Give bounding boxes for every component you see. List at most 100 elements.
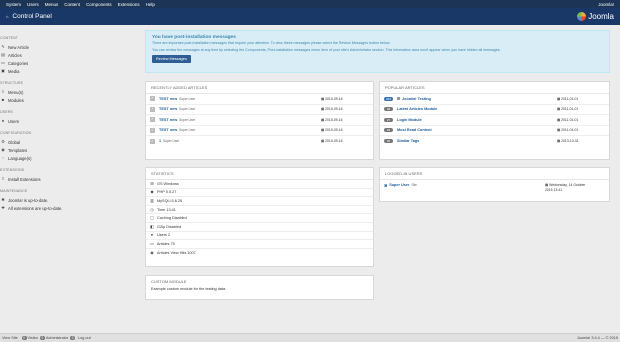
article-author: Super User bbox=[179, 128, 196, 133]
table-row: ✓ TEST new Super User ▦ 2015-09-16 bbox=[146, 94, 373, 105]
list-icon: ≡ bbox=[1, 89, 5, 94]
sidebar-item-categories[interactable]: ▭ Categories bbox=[0, 59, 136, 67]
table-row: ✓ TEST new Super User ▦ 2015-09-16 bbox=[146, 105, 373, 115]
main-content: You have post-installation messages Ther… bbox=[145, 30, 610, 73]
menu-system[interactable]: System bbox=[6, 2, 21, 7]
published-check-icon[interactable]: ✓ bbox=[150, 127, 155, 133]
view-site-link[interactable]: View Site bbox=[2, 336, 18, 340]
admin-count-badge: 0 bbox=[40, 336, 45, 340]
article-author: Super User bbox=[179, 117, 196, 122]
article-link[interactable]: Latest Articles Module bbox=[397, 107, 437, 111]
menu-content[interactable]: Content bbox=[64, 2, 80, 7]
user-icon: ● bbox=[1, 118, 5, 123]
logout-link[interactable]: Log out bbox=[78, 336, 91, 340]
message-count-badge: 0 bbox=[70, 336, 75, 340]
article-date: ▦ 2011-01-01 bbox=[557, 128, 579, 133]
article-link[interactable]: Login Module bbox=[397, 118, 422, 122]
logged-user-row: ✖ Super User Site ▦ Wednesday, 14 Octobe… bbox=[380, 180, 609, 196]
article-author: Super User bbox=[179, 96, 196, 101]
sidebar-item-label: Install Extensions bbox=[8, 176, 41, 182]
folder-icon: ▭ bbox=[1, 60, 5, 65]
stat-text: Articles View Hits 1007 bbox=[157, 251, 196, 256]
stat-text: Users 2 bbox=[157, 233, 171, 238]
sidebar-item-new-article[interactable]: ✎ New Article bbox=[0, 43, 136, 51]
sidebar-item-menus[interactable]: ≡ Menu(s) bbox=[0, 88, 136, 96]
sidebar-item-label: Menu(s) bbox=[8, 89, 24, 95]
menu-help[interactable]: Help bbox=[146, 2, 155, 7]
admin-label: Administrator bbox=[45, 336, 69, 340]
article-link[interactable]: TEST new bbox=[159, 107, 177, 111]
eye-icon: ◉ bbox=[1, 147, 5, 152]
published-check-icon[interactable]: ✓ bbox=[150, 106, 155, 112]
sidebar-item-joomla-update[interactable]: ✱ Joomla! is up-to-date. bbox=[0, 196, 136, 204]
sidebar-item-label: All extensions are up-to-date. bbox=[8, 205, 63, 211]
article-link[interactable]: TEST new bbox=[159, 97, 177, 101]
menu-users[interactable]: Users bbox=[27, 2, 39, 7]
joomla-logo-icon bbox=[577, 12, 587, 21]
sidebar-item-languages[interactable]: ◌ Language(s) bbox=[0, 154, 136, 162]
sidebar-item-templates[interactable]: ◉ Templates bbox=[0, 146, 136, 154]
stat-text: MySQLi 5.6.25 bbox=[157, 198, 183, 203]
article-link[interactable]: TEST new bbox=[159, 128, 177, 132]
cache-icon: ▢ bbox=[150, 215, 154, 221]
article-link[interactable]: Similar Tags bbox=[397, 139, 419, 143]
review-messages-button[interactable]: Review Messages bbox=[152, 55, 191, 63]
article-link[interactable]: Joomla! Testing bbox=[402, 97, 431, 101]
published-check-icon[interactable]: ✓ bbox=[150, 117, 155, 123]
sidebar-item-articles[interactable]: ▤ Articles bbox=[0, 51, 136, 59]
menu-extensions[interactable]: Extensions bbox=[118, 2, 140, 7]
table-row: 26 Most Read Content ▦ 2011-01-01 bbox=[380, 126, 609, 136]
brand-logo-text: Joomla bbox=[588, 12, 614, 21]
article-author: Super User bbox=[163, 139, 180, 144]
lock-icon bbox=[397, 97, 401, 101]
stat-text: Articles 75 bbox=[157, 241, 175, 246]
windows-icon: ⊞ bbox=[150, 180, 154, 186]
gzip-icon: ◧ bbox=[150, 223, 154, 229]
sidebar-item-label: Global bbox=[8, 139, 21, 145]
custom-module-panel: CUSTOM MODULE Example custom module for … bbox=[145, 275, 374, 300]
published-check-icon[interactable]: ✓ bbox=[150, 138, 155, 144]
sidebar-item-install-extensions[interactable]: ⇧ Install Extensions bbox=[0, 175, 136, 183]
hits-badge: 26 bbox=[384, 128, 393, 133]
sidebar-item-global[interactable]: ⚙ Global bbox=[0, 138, 136, 146]
article-link[interactable]: Most Read Content bbox=[397, 128, 432, 132]
stat-text: OS Windows bbox=[157, 181, 179, 186]
panel-heading: RECENTLY ADDED ARTICLES bbox=[146, 82, 373, 94]
panel-heading: STATISTICS bbox=[146, 168, 373, 180]
menu-menus[interactable]: Menus bbox=[45, 2, 59, 7]
sidebar-item-label: New Article bbox=[8, 44, 29, 50]
menu-components[interactable]: Components bbox=[86, 2, 112, 7]
sidebar-item-media[interactable]: ▣ Media bbox=[0, 67, 136, 75]
sidebar-item-label: Articles bbox=[8, 52, 22, 58]
recent-articles-panel: RECENTLY ADDED ARTICLES ✓ TEST new Super… bbox=[145, 81, 374, 160]
logout-user-icon[interactable]: ✖ bbox=[384, 183, 387, 188]
site-name-link[interactable]: Joomla! bbox=[598, 2, 614, 7]
table-row: ✓ TEST new Super User ▦ 2015-09-16 bbox=[146, 126, 373, 136]
user-link[interactable]: Super User bbox=[389, 183, 409, 187]
joomla-icon: ✱ bbox=[1, 197, 5, 202]
table-row: ✓ TEST new Super User ▦ 2015-09-16 bbox=[146, 115, 373, 126]
sidebar-item-label: Language(s) bbox=[8, 155, 32, 161]
popular-articles-panel: POPULAR ARTICLES 333 Joomla! Testing ▦ 2… bbox=[379, 81, 610, 160]
article-date: ▦ 2015-09-16 bbox=[321, 139, 343, 144]
sidebar-heading-extensions: EXTENSIONS bbox=[0, 168, 25, 172]
visitor-count-badge: 0 bbox=[21, 336, 27, 340]
article-date: ▦ 2011-01-01 bbox=[557, 117, 579, 122]
sidebar-item-users[interactable]: ● Users bbox=[0, 117, 136, 125]
stat-text: GZip Disabled bbox=[157, 224, 182, 229]
stat-text: PHP 5.5.27 bbox=[157, 190, 177, 195]
article-link[interactable]: 1 bbox=[159, 139, 161, 143]
stat-row: ◆ PHP 5.5.27 bbox=[146, 189, 373, 198]
alert-title: You have post-installation messages bbox=[152, 35, 236, 40]
stat-row: ● Users 2 bbox=[146, 232, 373, 241]
stat-row: ◉ Articles View Hits 1007 bbox=[146, 249, 373, 258]
sidebar-item-label: Users bbox=[8, 118, 19, 124]
published-check-icon[interactable]: ✓ bbox=[150, 96, 155, 102]
article-link[interactable]: TEST new bbox=[159, 118, 177, 122]
status-footer: View Site 0 Visitor 0 Administrator 0 Lo… bbox=[0, 333, 620, 342]
sidebar-item-modules[interactable]: ■ Modules bbox=[0, 96, 136, 104]
post-install-alert: You have post-installation messages Ther… bbox=[145, 30, 610, 73]
table-row: 333 Joomla! Testing ▦ 2011-01-01 bbox=[380, 94, 609, 105]
sidebar-item-extensions-update[interactable]: ✚ All extensions are up-to-date. bbox=[0, 204, 136, 212]
alert-line-1: There are important post-installation me… bbox=[152, 41, 391, 45]
